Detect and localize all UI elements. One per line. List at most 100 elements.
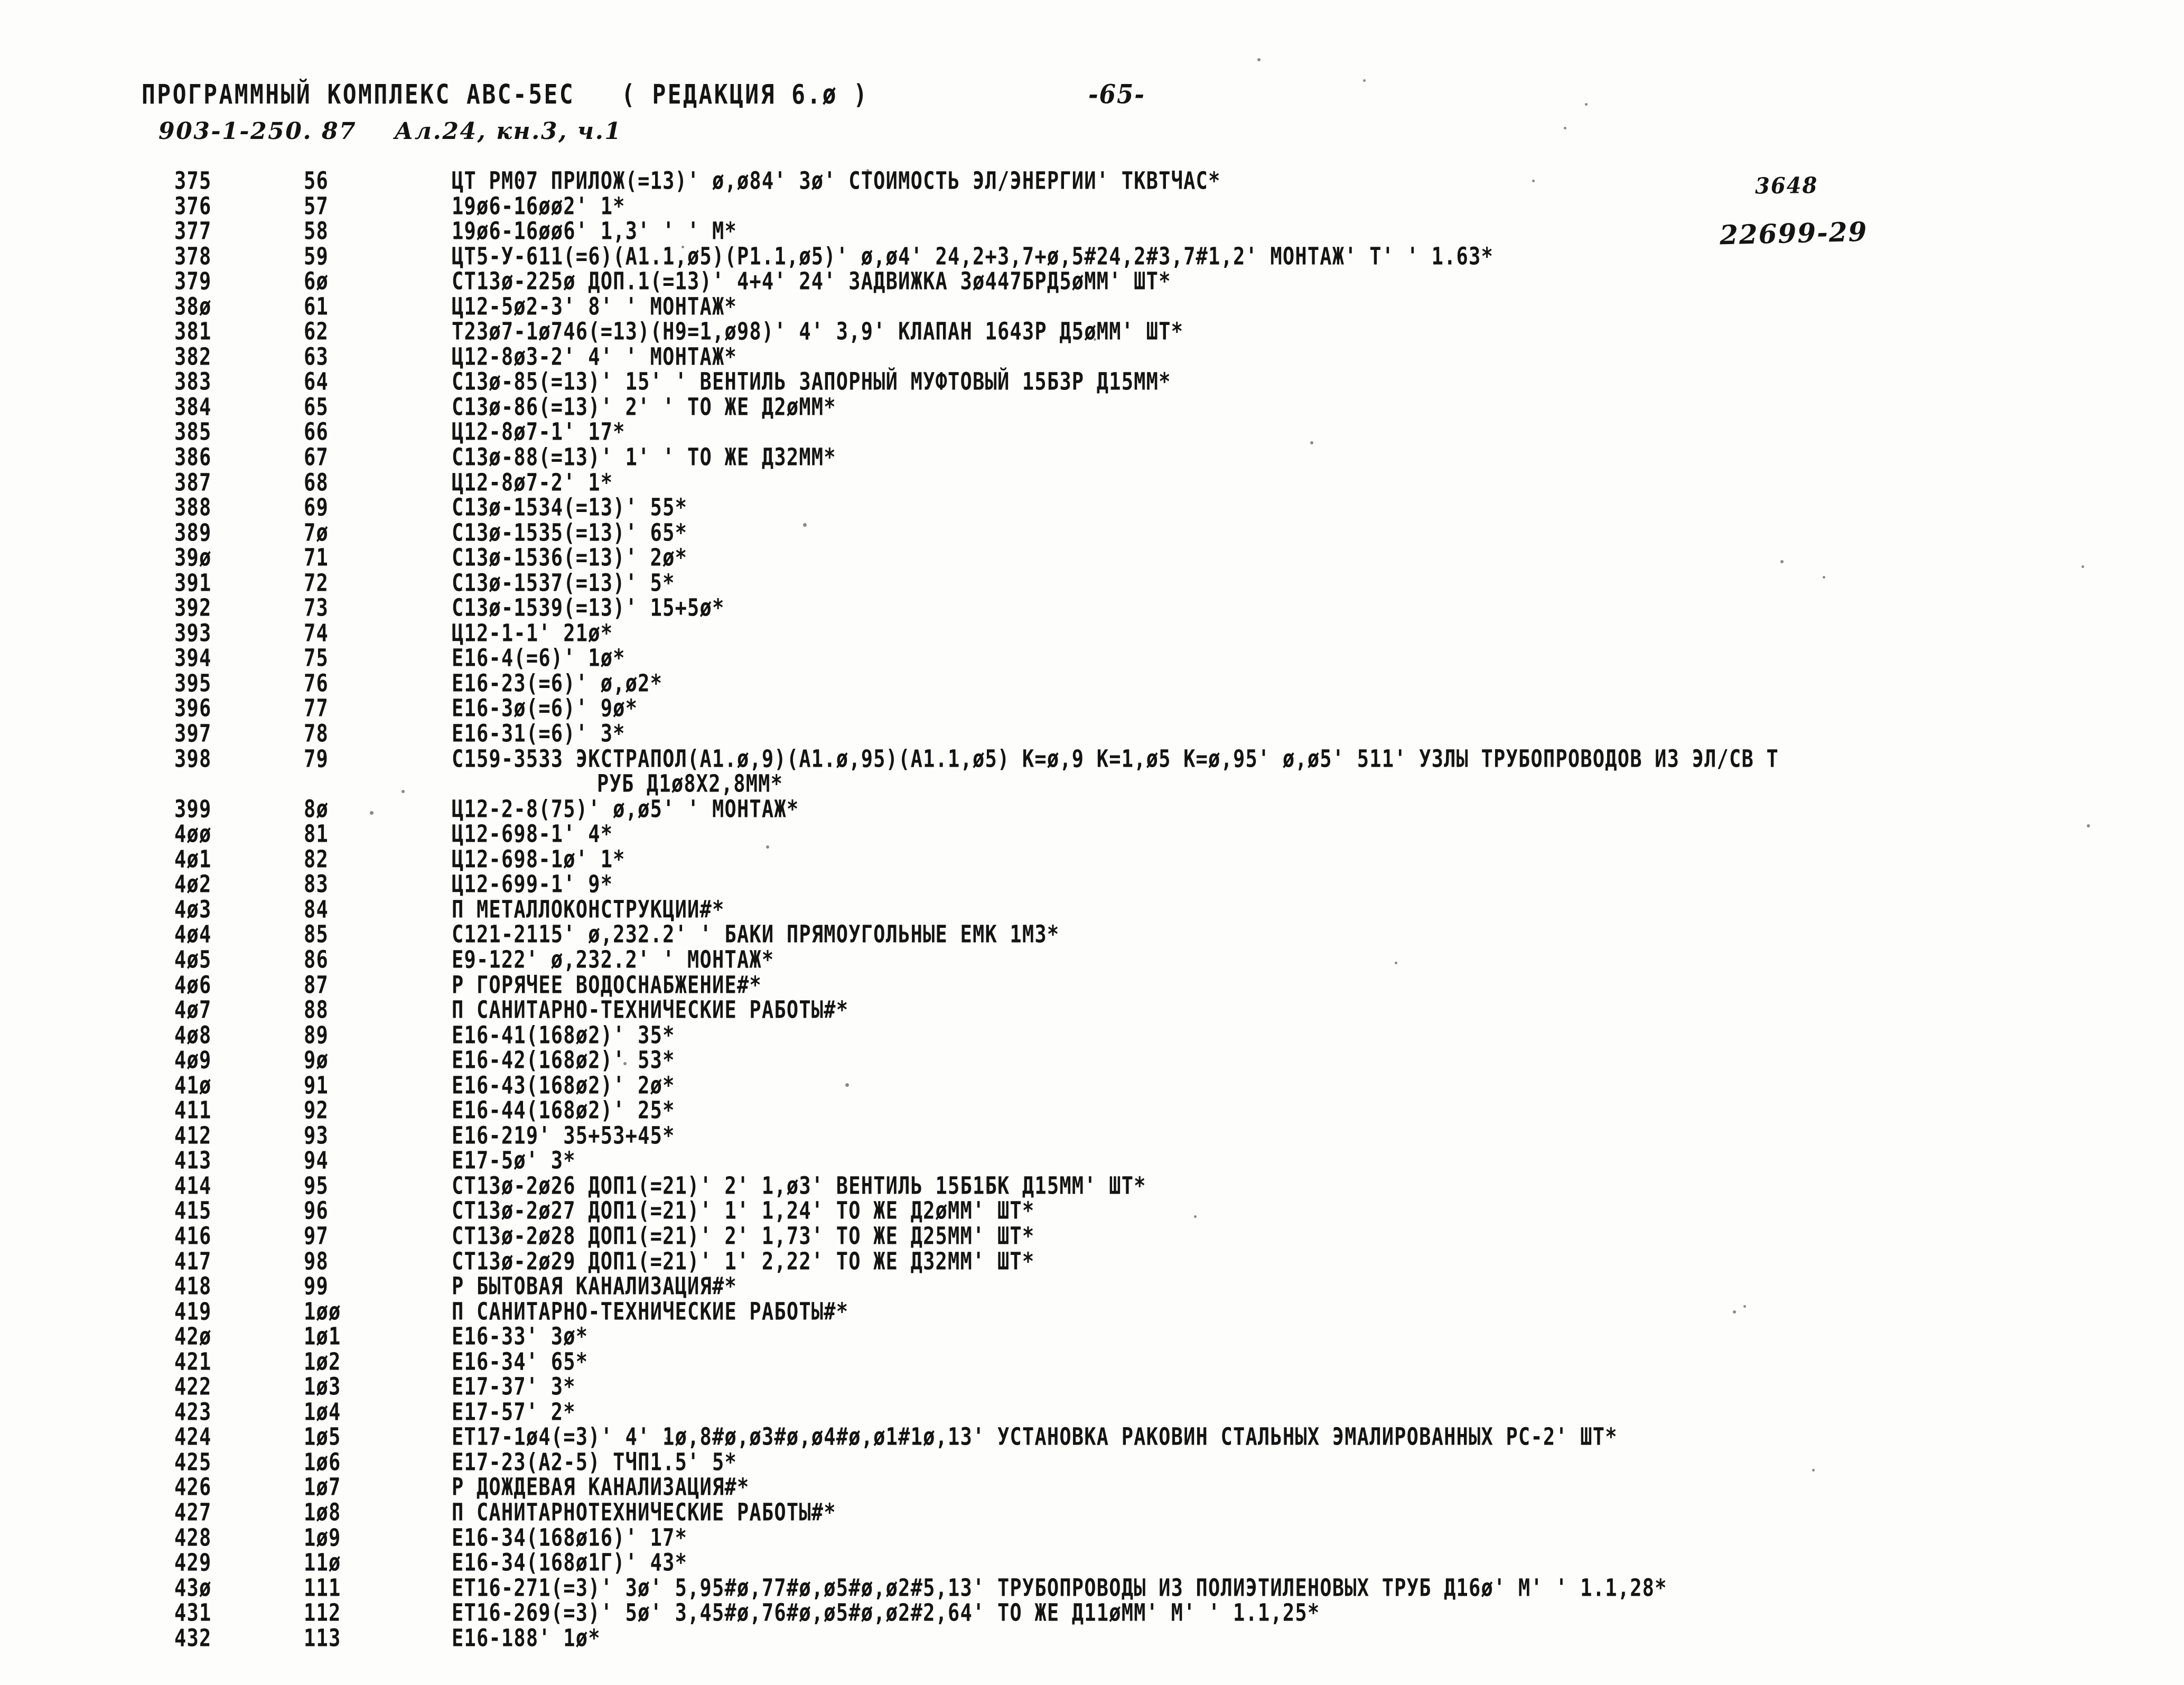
row-item-number: 75 — [304, 644, 329, 672]
row-sequence-number: 419 — [174, 1297, 212, 1326]
row-code-text: Е16-4(=6)' 1ø* — [452, 644, 626, 672]
row-sequence-number: 427 — [174, 1498, 212, 1526]
row-item-number: 1ø9 — [304, 1523, 341, 1551]
listing-row: 378 59 ЦТ5-У-611(=6)(А1.1,ø5)(Р1.1,ø5)' ø,… — [0, 242, 2184, 271]
row-sequence-number: 376 — [174, 192, 212, 220]
listing-row: 427 1ø8 П САНИТАРНОТЕХНИЧЕСКИЕ РАБОТЫ#* — [0, 1498, 2184, 1526]
listing-row: 432 113 Е16-188' 1ø* — [0, 1624, 2184, 1652]
row-code-text: П САНИТАРНО-ТЕХНИЧЕСКИЕ РАБОТЫ#* — [452, 1297, 849, 1326]
row-sequence-number: 411 — [174, 1096, 212, 1124]
row-item-number: 92 — [304, 1096, 329, 1124]
listing-row: 38ø 61 Ц12-5ø2-3' 8' ' МОНТАЖ* — [0, 293, 2184, 320]
listing-row: 4ø2 83 Ц12-699-1' 9* — [0, 870, 2184, 898]
row-sequence-number: 392 — [174, 594, 212, 622]
row-sequence-number: 4ø3 — [174, 895, 212, 924]
row-item-number: 1ø5 — [304, 1423, 341, 1451]
listing-row: 377 58 19ø6-16øø6' 1,3' ' ' М* — [0, 217, 2184, 245]
row-code-text: П САНИТАРНОТЕХНИЧЕСКИЕ РАБОТЫ#* — [452, 1498, 836, 1526]
row-code-text: Е16-3ø(=6)' 9ø* — [452, 694, 638, 722]
row-code-text: Е16-43(168ø2)' 2ø* — [452, 1071, 675, 1100]
row-code-text: С13ø-86(=13)' 2' ' ТО ЖЕ Д2øММ* — [452, 393, 836, 421]
row-sequence-number: 415 — [174, 1197, 212, 1225]
row-item-number: 113 — [304, 1624, 341, 1652]
row-sequence-number: 382 — [174, 342, 212, 371]
row-code-text: Ц12-8ø3-2' 4' ' МОНТАЖ* — [452, 342, 737, 371]
row-sequence-number: 4ø6 — [174, 971, 212, 999]
row-sequence-number: 383 — [174, 368, 212, 396]
row-item-number: 63 — [304, 342, 329, 371]
listing-row: 411 92 Е16-44(168ø2)' 25* — [0, 1096, 2184, 1124]
listing-row: 421 1ø2 Е16-34' 65* — [0, 1347, 2184, 1376]
row-item-number: 1ø1 — [304, 1323, 341, 1351]
row-sequence-number: 4ø1 — [174, 845, 212, 873]
row-sequence-number: 42ø — [174, 1323, 212, 1351]
listing-row: 4ø8 89 Е16-41(168ø2)' 35* — [0, 1021, 2184, 1049]
row-code-text: СТ13ø-2ø27 ДОП1(=21)' 1' 1,24' ТО ЖЕ Д2ø… — [452, 1197, 1035, 1225]
listing-row: 4ø6 87 Р ГОРЯЧЕЕ ВОДОСНАБЖЕНИЕ#* — [0, 971, 2184, 999]
row-code-text: ЕТ17-1ø4(=3)' 4' 1ø,8#ø,ø3#ø,ø4#ø,ø1#1ø,… — [452, 1423, 1618, 1451]
row-sequence-number: 386 — [174, 443, 212, 471]
program-listing: 375 56 ЦТ РМ07 ПРИЛОЖ(=13)' ø,ø84' 3ø' СТО… — [0, 167, 2184, 1652]
row-item-number: 1ø2 — [304, 1347, 341, 1376]
row-sequence-number: 429 — [174, 1549, 212, 1577]
row-code-text: С13ø-1535(=13)' 65* — [452, 518, 688, 547]
row-item-number: 1ø7 — [304, 1473, 341, 1501]
row-item-number: 6ø — [304, 267, 329, 295]
listing-row: 414 95 СТ13ø-2ø26 ДОП1(=21)' 2' 1,ø3' ВЕНТ… — [0, 1171, 2184, 1200]
row-item-number: 74 — [304, 619, 329, 647]
listing-row: 388 69 С13ø-1534(=13)' 55* — [0, 494, 2184, 522]
listing-row: 425 1ø6 Е17-23(А2-5) ТЧП1.5' 5* — [0, 1448, 2184, 1476]
row-item-number: 93 — [304, 1121, 329, 1150]
row-sequence-number: 396 — [174, 694, 212, 722]
row-item-number: 86 — [304, 945, 329, 974]
listing-row: 387 68 Ц12-8ø7-2' 1* — [0, 468, 2184, 497]
listing-row: 379 6ø СТ13ø-225ø ДОП.1(=13)' 4+4' 24' ЗАД… — [0, 267, 2184, 295]
listing-row: 398 79 С159-3533 ЭКСТРАПОЛ(А1.ø,9)(А1.ø,95… — [0, 745, 2184, 772]
listing-row: 4ø1 82 Ц12-698-1ø' 1* — [0, 845, 2184, 873]
listing-row: 397 78 Е16-31(=6)' 3* — [0, 720, 2184, 748]
row-code-text: С13ø-1539(=13)' 15+5ø* — [452, 594, 725, 622]
page-number: -65- — [1088, 79, 1145, 110]
row-sequence-number: 394 — [174, 644, 212, 672]
row-code-text: СТ13ø-225ø ДОП.1(=13)' 4+4' 24' ЗАДВИЖКА… — [452, 267, 1171, 295]
listing-row: 426 1ø7 Р ДОЖДЕВАЯ КАНАЛИЗАЦИЯ#* — [0, 1473, 2184, 1501]
listing-row: 41ø 91 Е16-43(168ø2)' 2ø* — [0, 1071, 2184, 1100]
row-item-number: 62 — [304, 318, 329, 346]
listing-row: 419 1øø П САНИТАРНО-ТЕХНИЧЕСКИЕ РАБОТЫ#* — [0, 1297, 2184, 1326]
row-code-text: Е16-42(168ø2)' 53* — [452, 1046, 675, 1074]
listing-row: 428 1ø9 Е16-34(168ø16)' 17* — [0, 1523, 2184, 1551]
row-item-number: 83 — [304, 870, 329, 898]
row-code-text: Ц12-8ø7-2' 1* — [452, 468, 613, 497]
row-item-number: 69 — [304, 494, 329, 522]
row-item-number: 59 — [304, 242, 329, 271]
row-code-text: Е9-122' ø,232.2' ' МОНТАЖ* — [452, 945, 774, 974]
row-sequence-number: 414 — [174, 1171, 212, 1200]
row-sequence-number: 375 — [174, 167, 212, 195]
row-code-text: С13ø-88(=13)' 1' ' ТО ЖЕ Д32ММ* — [452, 443, 836, 471]
row-sequence-number: 421 — [174, 1347, 212, 1376]
row-code-text: Ц12-699-1' 9* — [452, 870, 613, 898]
listing-row: 4øø 81 Ц12-698-1' 4* — [0, 820, 2184, 848]
row-item-number: 78 — [304, 720, 329, 748]
row-item-number: 67 — [304, 443, 329, 471]
listing-row: 423 1ø4 Е17-57' 2* — [0, 1398, 2184, 1426]
row-code-text: Е16-34(168ø1Г)' 43* — [452, 1549, 688, 1577]
row-code-text: Е16-219' 35+53+45* — [452, 1121, 675, 1150]
project-code: 903-1-250. 87 Ал.24, кн.3, ч.1 — [158, 118, 622, 145]
row-item-number: 111 — [304, 1574, 341, 1602]
scanned-page: ПРОГРАММНЫЙ КОМПЛЕКС АВС-5ЕС ( РЕДАКЦИЯ … — [0, 0, 2184, 1685]
row-code-text: ЦТ РМ07 ПРИЛОЖ(=13)' ø,ø84' 3ø' СТОИМОСТ… — [452, 167, 1221, 195]
row-sequence-number: 4ø2 — [174, 870, 212, 898]
row-code-text: СТ13ø-2ø29 ДОП1(=21)' 1' 2,22' ТО ЖЕ Д32… — [452, 1247, 1035, 1275]
row-code-text: Р ГОРЯЧЕЕ ВОДОСНАБЖЕНИЕ#* — [452, 971, 762, 999]
row-code-text: Е17-5ø' 3* — [452, 1147, 576, 1175]
row-sequence-number: 4ø4 — [174, 920, 212, 948]
row-sequence-number: 417 — [174, 1247, 212, 1275]
listing-row: 42ø 1ø1 Е16-33' 3ø* — [0, 1323, 2184, 1351]
row-sequence-number: 397 — [174, 720, 212, 748]
row-item-number: 66 — [304, 418, 329, 446]
row-sequence-number: 393 — [174, 619, 212, 647]
row-sequence-number: 426 — [174, 1473, 212, 1501]
row-item-number: 1ø3 — [304, 1373, 341, 1401]
row-sequence-number: 425 — [174, 1448, 212, 1476]
